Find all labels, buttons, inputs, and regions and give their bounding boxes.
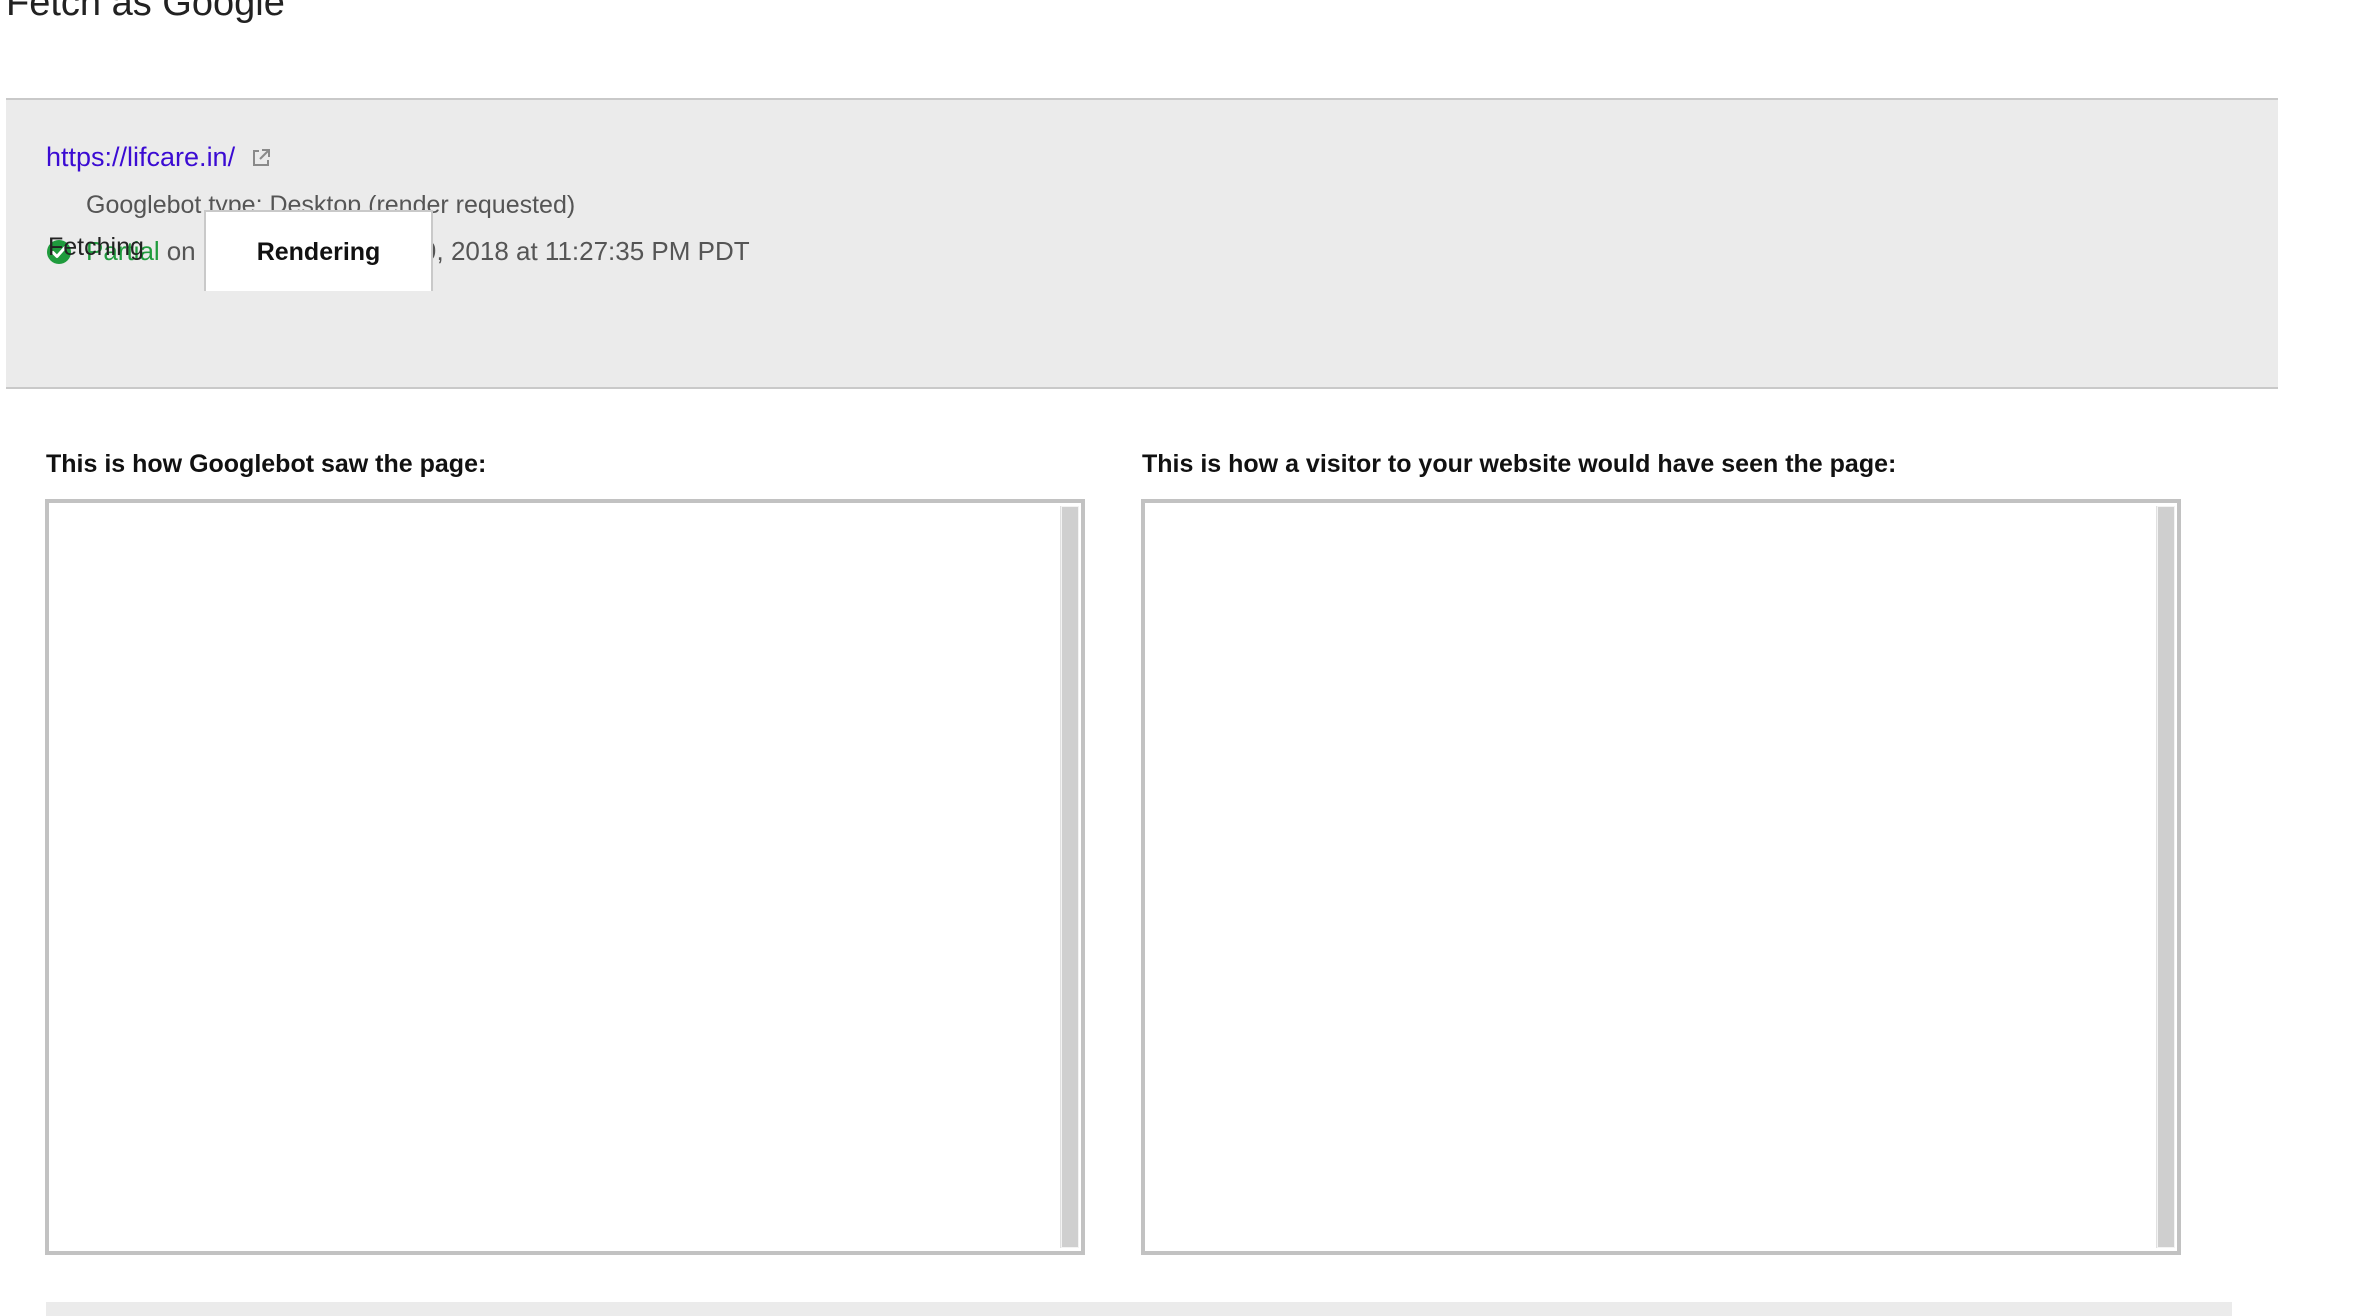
external-link-icon[interactable] <box>249 146 273 170</box>
googlebot-view-caption: This is how Googlebot saw the page: <box>46 450 487 478</box>
visitor-render-frame[interactable] <box>1141 499 2181 1255</box>
url-row: https://lifcare.in/ <box>46 142 273 173</box>
googlebot-render-frame[interactable] <box>45 499 1085 1255</box>
visitor-view-caption: This is how a visitor to your website wo… <box>1142 450 1897 478</box>
bottom-divider <box>46 1302 2232 1316</box>
tab-rendering[interactable]: Rendering <box>204 210 433 291</box>
tab-fetching[interactable]: Fetching <box>48 233 144 262</box>
fetched-url-link[interactable]: https://lifcare.in/ <box>46 142 235 173</box>
page-title: Fetch as Google <box>6 0 285 24</box>
visitor-frame-scrollbar[interactable] <box>2156 506 2175 1248</box>
googlebot-frame-scroll-thumb[interactable] <box>1062 507 1078 1247</box>
googlebot-frame-scrollbar[interactable] <box>1060 506 1079 1248</box>
visitor-frame-scroll-thumb[interactable] <box>2158 507 2174 1247</box>
